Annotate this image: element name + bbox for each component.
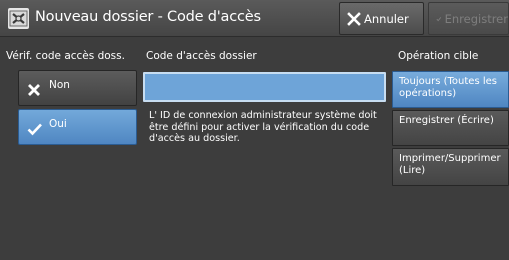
title-bar: Nouveau dossier - Code d'accès Annuler E… [0, 0, 509, 37]
option-non-label: Non [49, 79, 70, 91]
operation-item-label: Enregistrer (Écrire) [399, 115, 494, 126]
close-icon [347, 11, 361, 26]
option-oui-label: Oui [49, 118, 67, 130]
operation-item-imprimer[interactable]: Imprimer/Supprimer (Lire) [392, 148, 509, 186]
operation-item-label: Toujours (Toutes les opérations) [399, 76, 497, 99]
info-message: L' ID de connexion administrateur systèm… [149, 110, 377, 144]
verif-heading: Vérif. code accès doss. [6, 50, 125, 62]
save-button-label: Enregistrer [444, 11, 508, 26]
code-heading: Code d'accès dossier [146, 50, 257, 62]
operation-heading: Opération cible [398, 50, 479, 62]
operation-item-label: Imprimer/Supprimer (Lire) [399, 153, 501, 176]
cancel-button[interactable]: Annuler [339, 2, 424, 35]
operation-item-toujours[interactable]: Toujours (Toutes les opérations) [392, 71, 509, 108]
operation-item-enregistrer[interactable]: Enregistrer (Écrire) [392, 110, 509, 146]
save-button[interactable]: Enregistrer [428, 2, 509, 35]
cancel-button-label: Annuler [364, 11, 409, 26]
folder-settings-icon [8, 8, 29, 29]
option-oui[interactable]: Oui [18, 109, 137, 145]
checkmark-icon [436, 16, 442, 21]
page-title: Nouveau dossier - Code d'accès [35, 9, 261, 25]
option-non[interactable]: Non [18, 70, 137, 106]
cross-icon [28, 84, 40, 96]
access-code-input[interactable] [143, 72, 386, 102]
checkmark-icon [27, 123, 42, 136]
